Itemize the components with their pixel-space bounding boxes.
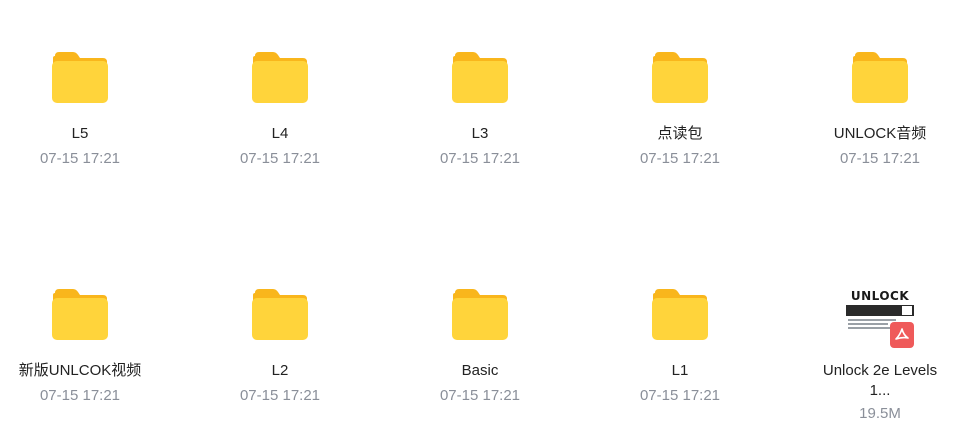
folder-modified-time: 07-15 17:21 bbox=[39, 150, 121, 167]
folder-name: L5 bbox=[71, 125, 89, 142]
folder-modified-time: 07-15 17:21 bbox=[439, 387, 521, 404]
folder-name: L2 bbox=[271, 362, 289, 379]
pdf-file-name-line1: Unlock 2e Levels bbox=[822, 362, 938, 379]
folder-name: L3 bbox=[471, 125, 489, 142]
folder-item-new-unlcok-video[interactable]: 新版UNLCOK视频 07-15 17:21 bbox=[0, 289, 170, 405]
folder-icon bbox=[652, 52, 708, 103]
folder-item-l1[interactable]: L1 07-15 17:21 bbox=[590, 289, 770, 405]
pdf-file-name-line2: 1... bbox=[869, 382, 891, 399]
folder-name: 点读包 bbox=[657, 125, 703, 142]
pdf-file-name: Unlock 2e Levels 1... bbox=[790, 361, 970, 401]
pdf-file-item[interactable]: UNLOCK Unlock 2e Levels 1... 19.5M bbox=[790, 290, 970, 423]
folder-name: Basic bbox=[461, 362, 499, 379]
folder-icon bbox=[52, 289, 108, 340]
folder-item-unlock-audio[interactable]: UNLOCK音频 07-15 17:21 bbox=[790, 52, 970, 168]
folder-name: L1 bbox=[671, 362, 689, 379]
pdf-badge-icon bbox=[890, 322, 914, 348]
folder-modified-time: 07-15 17:21 bbox=[239, 150, 321, 167]
folder-item-l3[interactable]: L3 07-15 17:21 bbox=[390, 52, 570, 168]
folder-name: 新版UNLCOK视频 bbox=[18, 362, 142, 379]
folder-icon bbox=[52, 52, 108, 103]
folder-item-basic[interactable]: Basic 07-15 17:21 bbox=[390, 289, 570, 405]
folder-icon bbox=[852, 52, 908, 103]
folder-modified-time: 07-15 17:21 bbox=[639, 150, 721, 167]
folder-item-l2[interactable]: L2 07-15 17:21 bbox=[190, 289, 370, 405]
folder-modified-time: 07-15 17:21 bbox=[439, 150, 521, 167]
folder-modified-time: 07-15 17:21 bbox=[839, 150, 921, 167]
folder-name: UNLOCK音频 bbox=[833, 125, 927, 142]
folder-name: L4 bbox=[271, 125, 289, 142]
folder-modified-time: 07-15 17:21 bbox=[239, 387, 321, 404]
folder-item-l4[interactable]: L4 07-15 17:21 bbox=[190, 52, 370, 168]
folder-modified-time: 07-15 17:21 bbox=[639, 387, 721, 404]
folder-icon bbox=[252, 289, 308, 340]
folder-item-reading-pack[interactable]: 点读包 07-15 17:21 bbox=[590, 52, 770, 168]
folder-item-l5[interactable]: L5 07-15 17:21 bbox=[0, 52, 170, 168]
folder-icon bbox=[452, 52, 508, 103]
folder-icon bbox=[452, 289, 508, 340]
folder-modified-time: 07-15 17:21 bbox=[39, 387, 121, 404]
pdf-file-icon: UNLOCK bbox=[842, 290, 918, 354]
pdf-file-size: 19.5M bbox=[859, 405, 901, 422]
pdf-thumbnail-logo: UNLOCK bbox=[850, 289, 910, 303]
folder-icon bbox=[652, 289, 708, 340]
folder-icon bbox=[252, 52, 308, 103]
